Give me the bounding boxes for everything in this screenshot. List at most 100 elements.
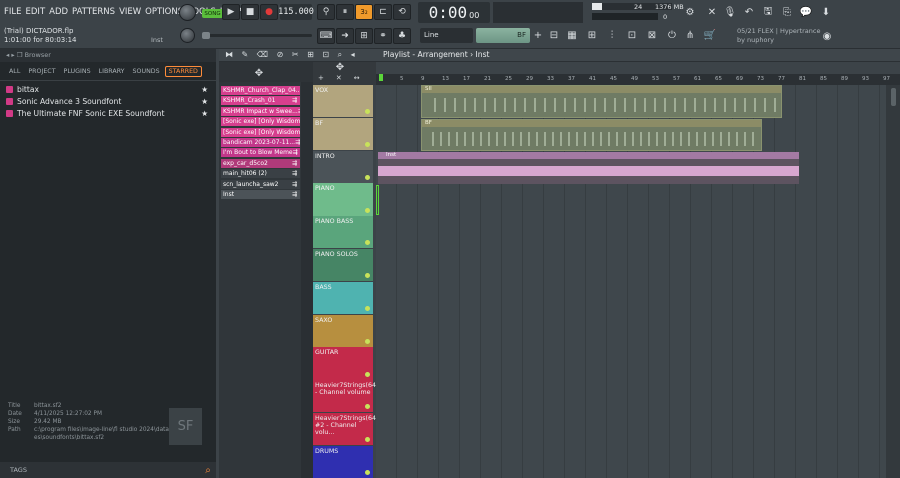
picker-item[interactable]: [Sonic exe] [Only Wisdom]⇶ bbox=[221, 127, 300, 137]
wait-input-button[interactable]: ⏸ bbox=[336, 4, 354, 20]
stamp-button[interactable]: ♣ bbox=[393, 28, 411, 44]
clip-bf[interactable]: BF bbox=[421, 119, 762, 151]
stop-button[interactable]: ■ bbox=[241, 4, 259, 20]
tuner-icon[interactable]: ⋔ bbox=[682, 28, 698, 43]
pattern-select[interactable]: BF bbox=[476, 28, 530, 43]
timeline-ruler[interactable]: 5 9 13 17 21 25 29 33 37 41 45 49 53 57 61 65 69 73 77 81 85… bbox=[376, 74, 900, 85]
browser-item[interactable]: bittax ★ bbox=[6, 83, 216, 95]
microphone-icon[interactable]: 🎙 bbox=[722, 4, 738, 20]
track-enable-led[interactable] bbox=[365, 306, 370, 312]
tags-bar[interactable]: TAGS bbox=[0, 462, 216, 478]
channel-rack-icon[interactable]: ▦ bbox=[564, 28, 580, 43]
browser-tab-library[interactable]: LIBRARY bbox=[96, 67, 128, 76]
playlist-icon[interactable]: ⊟ bbox=[546, 28, 562, 43]
record-button[interactable]: ● bbox=[260, 4, 278, 20]
snap-select[interactable]: Line bbox=[420, 28, 473, 43]
picker-item[interactable]: main_hit06 (2) ⇶ bbox=[221, 169, 300, 179]
menu-patterns[interactable]: PATTERNS bbox=[72, 7, 115, 17]
channel-icon[interactable]: ⊡ bbox=[624, 28, 640, 43]
mixer-icon[interactable]: ⫶ bbox=[604, 28, 620, 43]
tempo-display[interactable]: 115.000 bbox=[278, 4, 314, 20]
menu-options[interactable]: OPTIONS bbox=[145, 7, 183, 17]
step-sequencer-button[interactable]: ⊞ bbox=[355, 28, 373, 44]
loop-record-button[interactable]: ⟲ bbox=[393, 4, 411, 20]
master-volume-knob[interactable] bbox=[179, 4, 196, 21]
clip-vox[interactable]: SII bbox=[421, 85, 782, 118]
track-add-remove[interactable]: +✕↔ bbox=[318, 74, 372, 82]
wrench-icon[interactable]: ✕ bbox=[704, 4, 720, 20]
track-enable-led[interactable] bbox=[365, 273, 370, 279]
add-pattern-icon[interactable]: + bbox=[532, 28, 544, 43]
picker-scrollbar[interactable] bbox=[301, 82, 313, 478]
picker-item[interactable]: I'm Bout to Blow Meme ⇶ bbox=[221, 148, 300, 158]
browser-tab-project[interactable]: PROJECT bbox=[25, 67, 58, 76]
mixer-fx-icon[interactable]: ⚙ bbox=[682, 4, 698, 20]
menu-file[interactable]: FILE bbox=[4, 7, 22, 17]
track-enable-led[interactable] bbox=[365, 109, 370, 115]
playlist-link-button[interactable]: ⚭ bbox=[374, 28, 392, 44]
song-position-display[interactable]: 0:00 00 bbox=[418, 2, 490, 23]
picker-item[interactable]: KSHMR_Crash_01 ⇶ bbox=[221, 96, 300, 106]
cart-icon[interactable]: 🛒 bbox=[702, 28, 718, 43]
track-enable-led[interactable] bbox=[365, 207, 370, 213]
menu-edit[interactable]: EDIT bbox=[26, 7, 46, 17]
browser-icon[interactable]: ⊠ bbox=[644, 28, 660, 43]
picker-item[interactable]: bandicam 2023-07-11... ⇶ bbox=[221, 138, 300, 147]
track-header-item[interactable]: PIANO SOLOS bbox=[313, 249, 373, 282]
track-header-item[interactable]: INTRO bbox=[313, 150, 373, 183]
track-header-item[interactable]: Heavier7Strings(64) - Channel volume bbox=[313, 380, 378, 413]
track-header-item[interactable]: PIANO bbox=[313, 183, 373, 216]
browser-item[interactable]: The Ultimate FNF Sonic EXE Soundfont ★ bbox=[6, 107, 216, 119]
track-header-item[interactable]: DRUMS bbox=[313, 445, 373, 478]
track-header-item[interactable]: VOX bbox=[313, 85, 373, 118]
track-enable-led[interactable] bbox=[365, 338, 370, 344]
menu-add[interactable]: ADD bbox=[49, 7, 68, 17]
picker-item[interactable]: exp_car_d5co2 ⇶ bbox=[221, 158, 300, 168]
picker-item[interactable]: [Sonic exe] [Only Wisdom]⇶ bbox=[221, 117, 300, 127]
track-header-item[interactable]: PIANO BASS bbox=[313, 216, 373, 249]
clip-inst[interactable]: Inst bbox=[378, 152, 799, 184]
track-header-item[interactable]: Heavier7Strings(64) #2 - Channel volu... bbox=[313, 413, 378, 446]
search-icon[interactable]: ⌕ bbox=[202, 463, 214, 477]
picker-item[interactable]: scn_launcha_saw2 ⇶ bbox=[221, 179, 300, 189]
browser-tab-all[interactable]: ALL bbox=[6, 67, 23, 76]
picker-item[interactable]: Inst ⇶ bbox=[221, 190, 300, 199]
track-header-item[interactable]: BF bbox=[313, 117, 373, 151]
countdown-button[interactable]: 3₂ bbox=[355, 4, 373, 20]
track-header-item[interactable]: GUITAR bbox=[313, 347, 373, 380]
track-header-item[interactable]: SAXO bbox=[313, 314, 373, 347]
playhead-marker[interactable] bbox=[379, 74, 383, 81]
plugin-icon[interactable]: ⏻ bbox=[664, 28, 680, 43]
track-enable-led[interactable] bbox=[365, 240, 370, 246]
track-enable-led[interactable] bbox=[365, 404, 370, 410]
blend-notes-button[interactable]: ⊏ bbox=[374, 4, 392, 20]
move-track-icon[interactable]: ✥ bbox=[333, 62, 347, 73]
track-enable-led[interactable] bbox=[365, 437, 370, 443]
track-enable-led[interactable] bbox=[365, 174, 370, 180]
song-mode-toggle[interactable]: SONG bbox=[202, 9, 223, 18]
undo-icon[interactable]: ↶ bbox=[741, 4, 757, 20]
star-icon[interactable]: ★ bbox=[201, 85, 208, 94]
download-icon[interactable]: ⬇ bbox=[818, 4, 834, 20]
track-header-item[interactable]: BASS bbox=[313, 281, 373, 315]
browser-tab-starred[interactable]: STARRED bbox=[164, 65, 202, 77]
star-icon[interactable]: ★ bbox=[201, 97, 208, 106]
chat-icon[interactable]: 💬 bbox=[798, 4, 814, 20]
master-slider[interactable] bbox=[202, 32, 312, 39]
piano-icon[interactable]: ⊞ bbox=[584, 28, 600, 43]
news-line1[interactable]: 05/21 FLEX | Hypertrance bbox=[737, 27, 820, 35]
save-icon[interactable]: 🖫 bbox=[760, 4, 776, 20]
menu-view[interactable]: VIEW bbox=[119, 7, 141, 17]
arrow-tool-button[interactable]: ➜ bbox=[336, 28, 354, 44]
track-enable-led[interactable] bbox=[365, 371, 370, 377]
playlist-tools[interactable]: ⧓ ✎ ⌫ ⊘ ✂ ⊞ ⊡ ⌕ ◂ bbox=[225, 50, 358, 60]
metronome-button[interactable]: ⚲ bbox=[317, 4, 335, 20]
piano-roll-button[interactable]: ⌨ bbox=[317, 28, 335, 44]
browser-item[interactable]: Sonic Advance 3 Soundfont ★ bbox=[6, 95, 216, 107]
track-enable-led[interactable] bbox=[365, 142, 370, 148]
picker-item[interactable]: KSHMR Impact w Swee...⇶ bbox=[221, 106, 300, 116]
star-icon[interactable]: ★ bbox=[201, 109, 208, 118]
play-button[interactable]: ▶ bbox=[222, 4, 240, 20]
browser-tab-sounds[interactable]: SOUNDS bbox=[130, 67, 163, 76]
news-open-icon[interactable]: ◉ bbox=[820, 29, 834, 43]
